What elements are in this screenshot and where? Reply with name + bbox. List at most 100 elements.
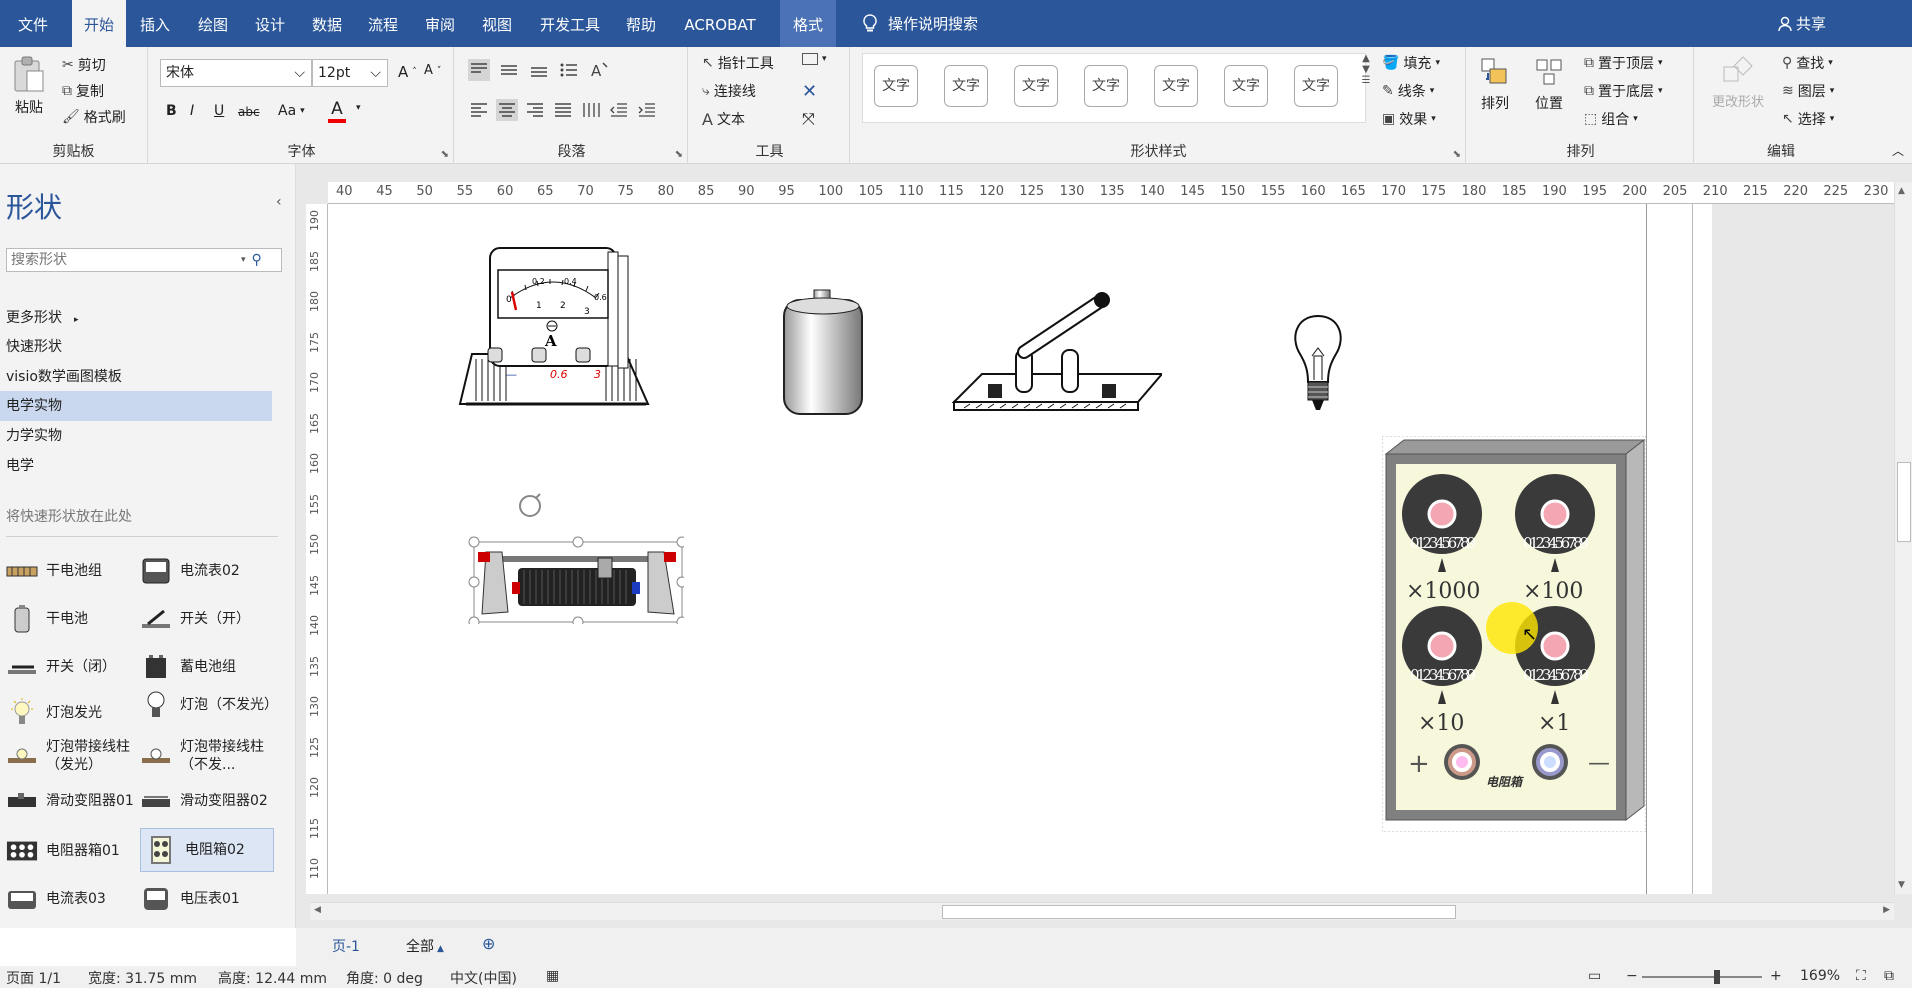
tab-acrobat[interactable]: ACROBAT xyxy=(678,0,762,47)
italic-button[interactable]: I xyxy=(190,103,194,119)
shape-bulb-terminal-unlit[interactable]: 灯泡带接线柱（不发... xyxy=(140,738,274,774)
tab-developer[interactable]: 开发工具 xyxy=(532,0,608,47)
layers-button[interactable]: ≋ 图层 ▾ xyxy=(1782,81,1834,101)
fill-button[interactable]: 🪣 填充 ▾ xyxy=(1382,53,1440,73)
nav-more-shapes[interactable]: 更多形状 ▸ xyxy=(0,303,272,333)
shape-ammeter-02[interactable]: 电流表02 xyxy=(140,556,274,586)
cut-button[interactable]: ✂ 剪切 xyxy=(62,55,106,75)
zoom-slider-thumb[interactable] xyxy=(1714,970,1720,984)
arrange-button[interactable]: 排列 xyxy=(1480,57,1510,113)
position-button[interactable]: 位置 xyxy=(1534,57,1564,113)
pointer-tool-button[interactable]: ↖ 指针工具 xyxy=(702,53,774,73)
chevron-right-icon[interactable]: ▶ xyxy=(1883,905,1890,915)
align-left-icon[interactable] xyxy=(468,99,490,121)
copy-button[interactable]: ⧉ 复制 xyxy=(62,81,104,101)
search-icon[interactable]: ⚲ xyxy=(252,252,262,268)
align-bottom-icon[interactable] xyxy=(528,59,550,81)
shape-styles-dialog-launcher[interactable]: ⬊ xyxy=(1453,149,1461,160)
fit-page-icon[interactable]: ⛶ xyxy=(1856,968,1866,984)
strikethrough-button[interactable]: abc xyxy=(238,105,260,119)
shape-switch-open[interactable]: 开关（开） xyxy=(140,604,274,634)
shape-resistor-box-02[interactable]: 电阻箱02 xyxy=(140,828,274,872)
font-dialog-launcher[interactable]: ⬊ xyxy=(441,149,449,160)
shape-bulb-lit[interactable]: 灯泡发光 xyxy=(6,698,140,728)
light-bulb-shape[interactable] xyxy=(1286,312,1350,422)
delete-connector-button[interactable]: ✕ xyxy=(802,81,817,102)
ammeter-shape[interactable]: 0 0.2 0.4 0.6 1 2 3 A — 0.6 3 xyxy=(456,244,656,414)
increase-indent-icon[interactable] xyxy=(636,99,658,121)
nav-visio-math[interactable]: visio数学画图模板 xyxy=(0,362,272,392)
send-to-back-button[interactable]: ⧉ 置于底层 ▾ xyxy=(1584,81,1663,101)
connector-button[interactable]: ⤷ 连接线 xyxy=(702,81,756,101)
line-button[interactable]: ✎ 线条 ▾ xyxy=(1382,81,1434,101)
tab-review[interactable]: 审阅 xyxy=(415,0,465,47)
style-item[interactable]: 文字 xyxy=(944,65,988,107)
chevron-down-icon[interactable]: ▼ xyxy=(1898,880,1905,890)
effect-button[interactable]: ▣ 效果 ▾ xyxy=(1382,109,1436,129)
shape-bulb-unlit[interactable]: 灯泡（不发光） xyxy=(140,690,278,720)
group-button[interactable]: ⬚ 组合 ▾ xyxy=(1584,109,1638,129)
horizontal-scrollbar[interactable]: ◀ ▶ xyxy=(310,902,1894,920)
font-color-button[interactable]: A xyxy=(328,99,346,123)
shape-resistor-box-01[interactable]: 电阻器箱01 xyxy=(6,836,140,866)
distribute-icon[interactable] xyxy=(580,99,602,121)
tab-draw[interactable]: 绘图 xyxy=(188,0,238,47)
align-right-icon[interactable] xyxy=(524,99,546,121)
vertical-scrollbar[interactable]: ▲ ▼ xyxy=(1894,182,1912,894)
battery-shape[interactable] xyxy=(780,288,864,418)
status-page[interactable]: 页面 1/1 xyxy=(6,968,61,988)
text-direction-icon[interactable]: A xyxy=(588,59,610,81)
zoom-in-button[interactable]: + xyxy=(1770,968,1782,984)
shape-bulb-terminal-lit[interactable]: 灯泡带接线柱（发光） xyxy=(6,738,140,774)
shape-ammeter-03[interactable]: 电流表03 xyxy=(6,884,140,914)
shape-rheostat-02[interactable]: 滑动变阻器02 xyxy=(140,786,274,816)
shape-battery-bank[interactable]: 蓄电池组 xyxy=(140,652,274,682)
collapse-panel-button[interactable]: ‹ xyxy=(276,194,282,210)
justify-icon[interactable] xyxy=(552,99,574,121)
share-button[interactable]: 共享 xyxy=(1778,0,1842,47)
zoom-slider-track[interactable] xyxy=(1642,976,1762,978)
style-item[interactable]: 文字 xyxy=(1294,65,1338,107)
tab-help[interactable]: 帮助 xyxy=(616,0,666,47)
bullets-icon[interactable] xyxy=(558,59,580,81)
rectangle-tool-button[interactable]: ▾ xyxy=(802,53,827,65)
status-language[interactable]: 中文(中国) xyxy=(450,968,517,988)
vertical-scroll-thumb[interactable] xyxy=(1897,462,1911,542)
nav-quick-shapes[interactable]: 快速形状 xyxy=(0,332,272,362)
select-button[interactable]: ↖ 选择 ▾ xyxy=(1782,109,1834,129)
style-item[interactable]: 文字 xyxy=(1224,65,1268,107)
chevron-left-icon[interactable]: ◀ xyxy=(314,905,321,915)
find-button[interactable]: ⚲ 查找 ▾ xyxy=(1782,53,1833,73)
chevron-up-icon[interactable]: ▲ xyxy=(1898,186,1905,196)
align-top-icon[interactable] xyxy=(468,59,490,81)
font-color-dropdown[interactable]: ▾ xyxy=(356,103,361,113)
style-item[interactable]: 文字 xyxy=(874,65,918,107)
tab-design[interactable]: 设计 xyxy=(245,0,295,47)
decrease-indent-icon[interactable] xyxy=(608,99,630,121)
horizontal-scroll-thumb[interactable] xyxy=(942,905,1456,919)
style-item[interactable]: 文字 xyxy=(1084,65,1128,107)
tab-insert[interactable]: 插入 xyxy=(130,0,180,47)
paste-button[interactable]: 粘贴 xyxy=(12,55,46,117)
connection-point-button[interactable]: ⤧ xyxy=(802,109,815,129)
nav-electricity[interactable]: 电学 xyxy=(0,451,272,481)
page-tab-1[interactable]: 页-1 xyxy=(332,936,360,956)
nav-electric-objects[interactable]: 电学实物 xyxy=(0,391,272,421)
tell-me-search[interactable]: 操作说明搜索 xyxy=(862,0,1002,47)
align-center-icon[interactable] xyxy=(496,99,518,121)
gallery-scroll[interactable]: ▲ ▼ ☰ xyxy=(1356,53,1376,123)
font-size-select[interactable]: 12pt ⌵ xyxy=(312,59,388,87)
presentation-mode-icon[interactable]: ▭ xyxy=(1588,968,1601,984)
tab-process[interactable]: 流程 xyxy=(358,0,408,47)
knife-switch-shape[interactable] xyxy=(952,290,1162,420)
change-shape-button[interactable]: 更改形状 xyxy=(1712,53,1764,110)
shape-switch-closed[interactable]: 开关（闭） xyxy=(6,652,140,682)
font-name-select[interactable]: 宋体 ⌵ xyxy=(160,59,312,87)
align-middle-icon[interactable] xyxy=(498,59,520,81)
switch-windows-icon[interactable]: ⧉ xyxy=(1884,968,1894,984)
bold-button[interactable]: B xyxy=(166,103,177,119)
text-tool-button[interactable]: A 文本 xyxy=(702,109,745,129)
tab-file[interactable]: 文件 xyxy=(6,0,60,47)
paragraph-dialog-launcher[interactable]: ⬊ xyxy=(675,149,683,160)
grow-font-button[interactable]: A ˄ xyxy=(398,63,417,81)
